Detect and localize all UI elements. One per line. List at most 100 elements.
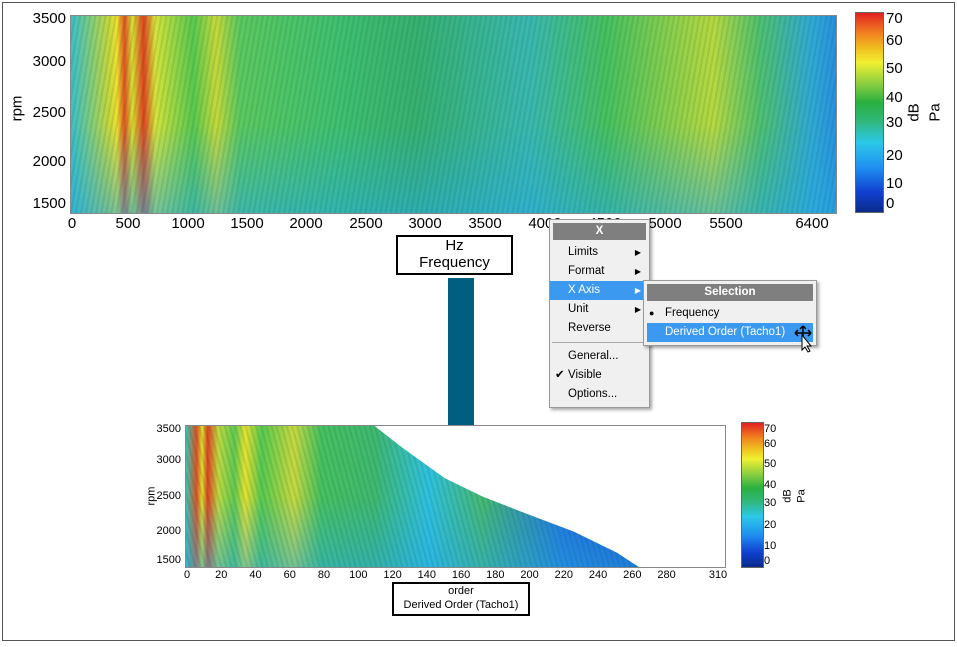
bottom-x-tick: 160 — [451, 569, 471, 581]
submenu-selection: Selection ● Frequency Derived Order (Tach… — [643, 280, 817, 346]
bottom-x-tick: 0 — [183, 569, 191, 581]
bottom-colorbar-tick: 20 — [764, 519, 777, 531]
bottom-colorbar-tick: 60 — [764, 438, 777, 450]
bottom-x-tick: 240 — [588, 569, 608, 581]
bottom-colorbar-tick: 50 — [764, 458, 777, 470]
menu-item-reverse[interactable]: Reverse — [550, 319, 649, 338]
menu-item-limits[interactable]: Limits ▶ — [550, 243, 649, 262]
checkmark-icon: ✔ — [555, 369, 565, 381]
bottom-x-tick: 260 — [623, 569, 642, 581]
bottom-x-tick: 20 — [215, 569, 228, 581]
submenu-arrow-icon: ▶ — [634, 286, 641, 295]
top-x-tick: 5000 — [648, 215, 682, 232]
bottom-x-tick: 100 — [349, 569, 368, 581]
menu-item-label: Frequency — [665, 307, 720, 319]
top-y-axis-label: rpm — [8, 95, 26, 122]
bottom-x-tick: 280 — [657, 569, 676, 581]
menu-item-label: X Axis — [568, 284, 600, 296]
bottom-y-tick: 3000 — [156, 454, 181, 466]
bottom-colorbar-tick: 30 — [764, 497, 777, 509]
bottom-y-tick: 2500 — [156, 490, 181, 502]
top-colorbar — [855, 12, 884, 213]
menu-item-label: Unit — [568, 303, 589, 315]
bottom-colorbar-tick: 40 — [764, 479, 777, 491]
bottom-x-tick: 80 — [317, 569, 331, 581]
bottom-x-axis-label-box[interactable]: order Derived Order (Tacho1) — [392, 582, 530, 616]
bottom-x-tick: 40 — [249, 569, 262, 581]
top-x-tick: 2000 — [289, 215, 323, 232]
menu-item-format[interactable]: Format ▶ — [550, 262, 649, 281]
bottom-x-tick: 180 — [486, 569, 505, 581]
top-colorbar-tick: 40 — [886, 89, 903, 106]
top-colorbar-tick: 50 — [886, 60, 903, 77]
submenu-item-frequency[interactable]: ● Frequency — [647, 304, 813, 323]
top-x-tick: 0 — [67, 215, 77, 232]
menu-item-options[interactable]: Options... — [550, 385, 649, 404]
bottom-x-tick: 140 — [417, 569, 436, 581]
top-x-label: Frequency — [419, 254, 490, 271]
context-menu-title: X — [553, 223, 646, 240]
bottom-y-tick: 3500 — [156, 423, 181, 435]
bottom-colorbar-unit: dB — [781, 489, 794, 503]
menu-item-label: Reverse — [568, 322, 611, 334]
menu-item-label: Format — [568, 265, 605, 277]
top-colorbar-tick: 70 — [886, 10, 903, 27]
menu-item-label: Options... — [568, 388, 618, 400]
top-colorbar-ref: Pa — [926, 103, 944, 122]
bottom-x-unit: order — [448, 585, 474, 597]
top-x-tick: 2500 — [349, 215, 383, 232]
bottom-order-plot[interactable] — [185, 425, 726, 568]
top-x-unit: Hz — [445, 237, 464, 254]
submenu-arrow-icon: ▶ — [634, 305, 641, 314]
menu-item-label: Limits — [568, 246, 599, 258]
menu-item-general[interactable]: General... — [550, 347, 649, 366]
top-x-axis-label-box[interactable]: Hz Frequency — [396, 235, 513, 275]
menu-separator — [552, 342, 647, 343]
bottom-y-tick: 1500 — [156, 554, 181, 566]
top-x-tick: 1000 — [171, 215, 205, 232]
top-y-tick: 3500 — [32, 10, 66, 27]
top-colorbar-unit: dB — [905, 103, 923, 122]
bottom-x-tick: 60 — [283, 569, 296, 581]
top-spectrogram-plot[interactable] — [70, 15, 837, 214]
context-menu: X Limits ▶ Format ▶ X Axis ▶ Unit ▶ Reverse … — [549, 219, 650, 408]
bottom-colorbar — [741, 422, 764, 568]
menu-item-label: General... — [568, 350, 619, 362]
bottom-y-tick: 2000 — [156, 525, 181, 537]
top-x-tick: 6400 — [795, 215, 829, 232]
top-x-tick: 500 — [115, 215, 141, 232]
top-x-tick: 5500 — [709, 215, 743, 232]
bottom-x-tick: 200 — [520, 569, 539, 581]
bottom-colorbar-tick: 0 — [764, 555, 771, 567]
bottom-x-tick: 220 — [554, 569, 574, 581]
submenu-title: Selection — [647, 284, 813, 301]
top-colorbar-tick: 30 — [886, 114, 903, 131]
bottom-colorbar-tick: 10 — [764, 540, 777, 552]
menu-item-label: Visible — [568, 369, 602, 381]
bottom-colorbar-tick: 70 — [764, 423, 777, 435]
top-y-tick: 2500 — [32, 104, 66, 121]
menu-item-unit[interactable]: Unit ▶ — [550, 300, 649, 319]
top-y-tick: 2000 — [32, 153, 66, 170]
radio-bullet-icon: ● — [649, 308, 655, 318]
top-colorbar-tick: 20 — [886, 147, 903, 164]
bottom-x-tick: 310 — [708, 569, 728, 581]
top-y-tick: 1500 — [32, 195, 66, 212]
submenu-arrow-icon: ▶ — [634, 267, 641, 276]
top-colorbar-tick: 10 — [886, 175, 903, 192]
top-colorbar-tick: 0 — [886, 195, 895, 212]
top-x-tick: 3500 — [468, 215, 502, 232]
move-cursor-icon — [794, 325, 813, 353]
submenu-arrow-icon: ▶ — [634, 248, 641, 257]
top-colorbar-tick: 60 — [886, 32, 903, 49]
top-x-tick: 3000 — [408, 215, 442, 232]
bottom-x-label: Derived Order (Tacho1) — [403, 599, 519, 611]
menu-item-label: Derived Order (Tacho1) — [665, 326, 786, 338]
menu-item-x-axis[interactable]: X Axis ▶ — [550, 281, 649, 300]
submenu-item-derived-order[interactable]: Derived Order (Tacho1) — [647, 323, 813, 342]
bottom-x-tick: 120 — [383, 569, 402, 581]
menu-item-visible[interactable]: ✔ Visible — [550, 366, 649, 385]
top-y-tick: 3000 — [32, 53, 66, 70]
top-x-tick: 1500 — [230, 215, 264, 232]
bottom-colorbar-ref: Pa — [795, 489, 808, 503]
